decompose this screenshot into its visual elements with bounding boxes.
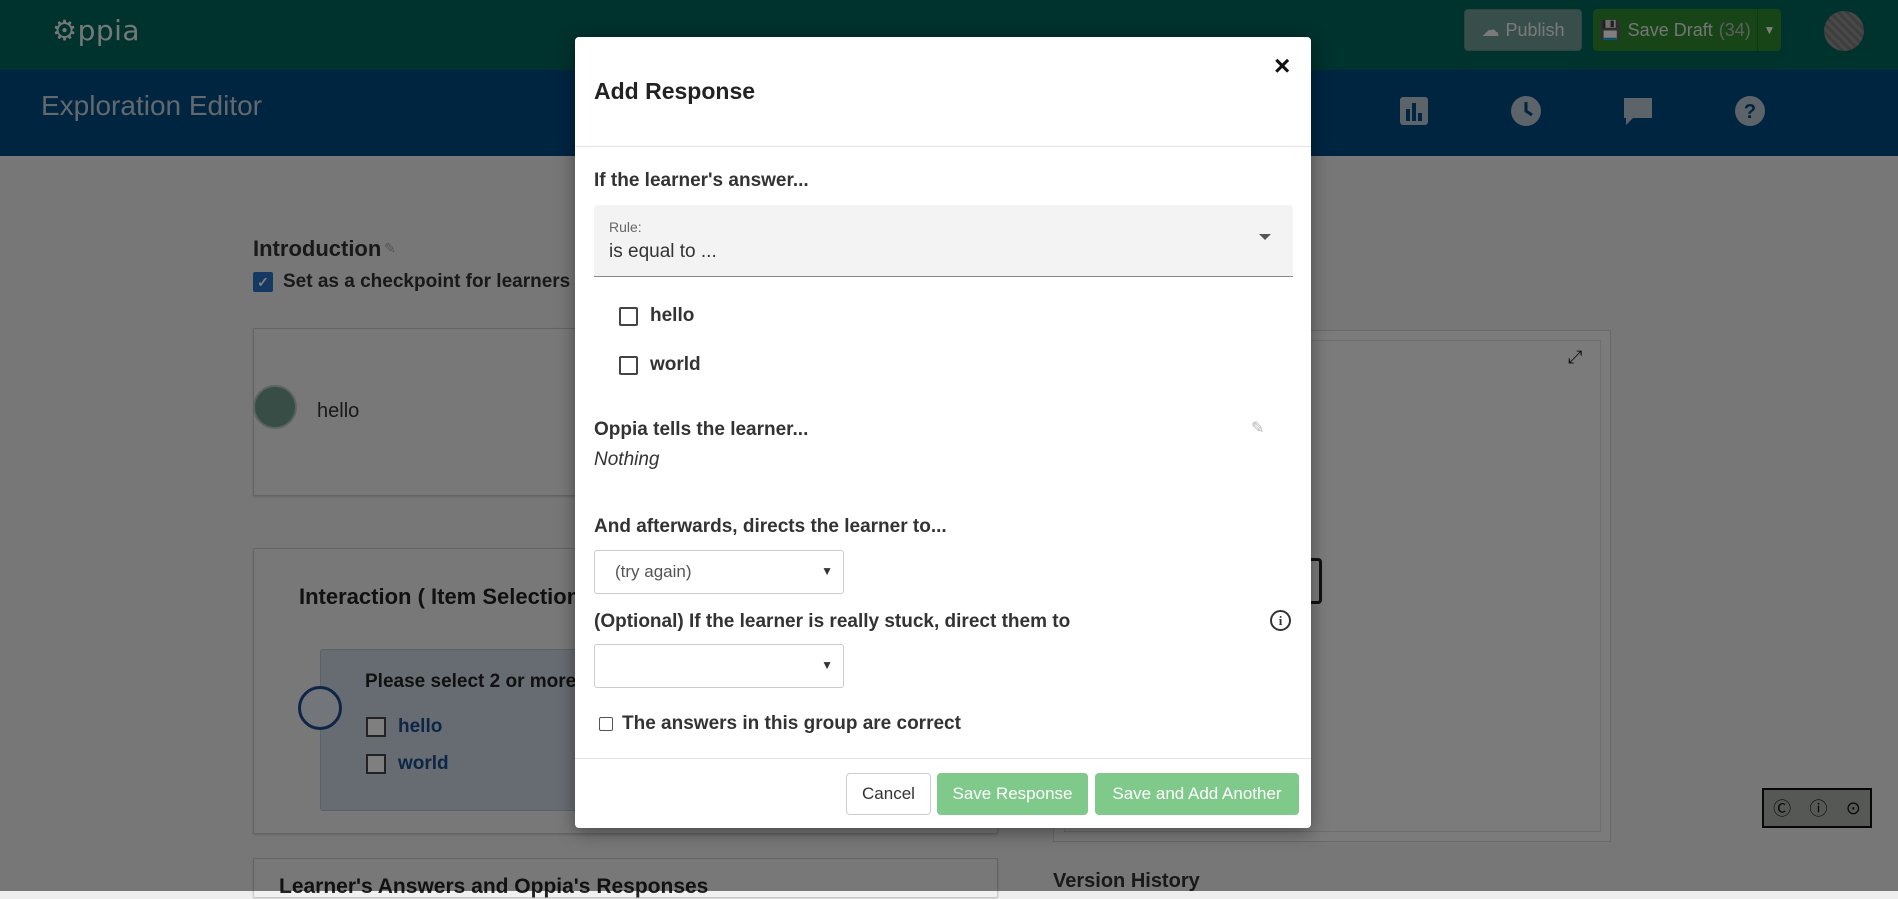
checkbox[interactable]	[619, 355, 638, 375]
edit-feedback-icon[interactable]: ✎	[1251, 418, 1264, 438]
feedback-value[interactable]: Nothing	[594, 449, 660, 471]
checkbox[interactable]	[599, 717, 613, 731]
destination-value: (try again)	[615, 562, 692, 581]
cancel-button[interactable]: Cancel	[846, 773, 931, 815]
close-icon[interactable]: ×	[1274, 50, 1290, 82]
destination-label: And afterwards, directs the learner to..…	[594, 516, 947, 537]
option-checkbox-world[interactable]: world	[619, 354, 701, 376]
option-checkbox-hello[interactable]: hello	[619, 305, 694, 327]
chevron-down-icon: ▼	[821, 658, 833, 672]
stuck-label: (Optional) If the learner is really stuc…	[594, 611, 1071, 632]
modal-header: Add Response ×	[575, 37, 1311, 147]
option-label: hello	[650, 305, 695, 326]
rule-caption: Rule:	[609, 219, 642, 235]
chevron-down-icon: ▼	[821, 564, 833, 578]
stuck-destination-select[interactable]: ▼	[594, 644, 844, 688]
correct-label: The answers in this group are correct	[622, 713, 961, 734]
info-icon[interactable]: i	[1270, 610, 1291, 631]
option-label: world	[650, 354, 701, 375]
learner-answer-label: If the learner's answer...	[594, 170, 809, 191]
correct-answers-toggle[interactable]: The answers in this group are correct	[599, 713, 961, 735]
chevron-down-icon	[1259, 234, 1271, 240]
destination-select[interactable]: (try again) ▼	[594, 550, 844, 594]
add-response-modal: Add Response × If the learner's answer..…	[575, 37, 1311, 828]
feedback-label: Oppia tells the learner...	[594, 419, 809, 440]
modal-title: Add Response	[594, 78, 756, 104]
save-and-add-another-button[interactable]: Save and Add Another	[1095, 773, 1299, 815]
save-response-button[interactable]: Save Response	[937, 773, 1088, 815]
rule-value: is equal to ...	[609, 241, 717, 262]
checkbox[interactable]	[619, 306, 638, 326]
rule-select[interactable]: Rule: is equal to ...	[594, 205, 1293, 277]
